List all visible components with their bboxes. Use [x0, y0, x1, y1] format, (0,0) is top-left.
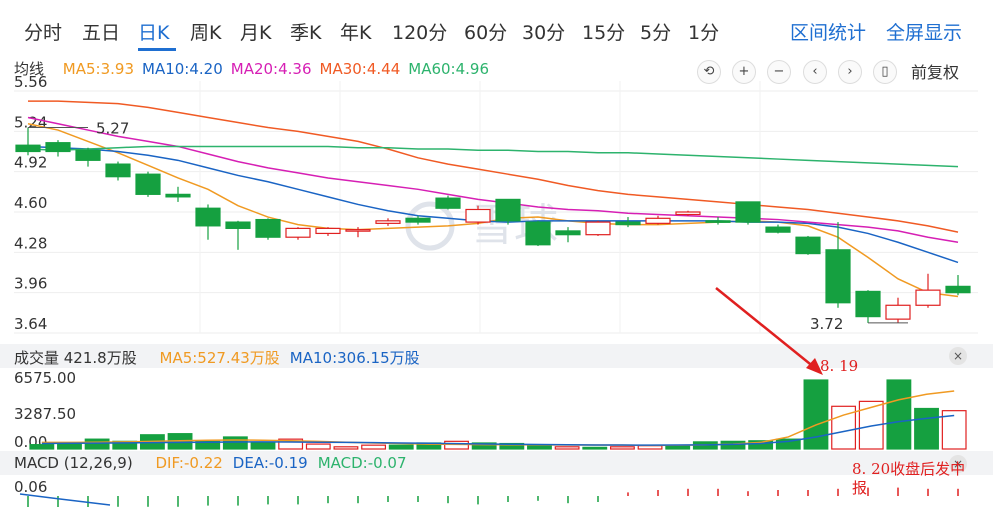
price-tick-label: 5.24 [14, 113, 47, 131]
kline-chart[interactable]: 5.565.244.924.604.283.963.64雪球5.273.7265… [0, 0, 993, 507]
candle-body [405, 217, 431, 223]
volume-bar [250, 441, 276, 450]
volume-bar [527, 444, 552, 450]
candle-body [165, 193, 191, 198]
volume-bar [582, 446, 608, 450]
annotation-note-line2: 报 [852, 479, 867, 497]
volume-bar [222, 436, 248, 450]
price-tick-label: 3.64 [14, 315, 47, 333]
volume-bar [361, 444, 387, 450]
candle-body [105, 163, 131, 178]
annotation-note-line1: 8. 20收盘后发中 [852, 460, 965, 478]
volume-bar [333, 446, 359, 450]
candle-body [495, 198, 521, 222]
high-annotation-label: 5.27 [96, 120, 129, 138]
candle-body [645, 217, 671, 224]
candle-body [705, 220, 731, 223]
volume-tick-label: 3287.50 [14, 405, 76, 423]
volume-bar [609, 446, 635, 450]
annotation-arrow-line [715, 287, 821, 373]
price-tick-label: 4.92 [14, 154, 47, 172]
candle-body [555, 230, 581, 236]
volume-bar [388, 444, 414, 450]
candle-body [825, 249, 851, 304]
candle-body [285, 227, 311, 238]
candle-body [255, 218, 281, 238]
candle-body [615, 221, 641, 226]
dea-line [19, 493, 111, 506]
candle-body [795, 236, 821, 255]
candle-body [465, 208, 491, 223]
ma-line-MA60 [27, 145, 959, 168]
candle-body [15, 144, 41, 153]
candle-body [525, 221, 551, 246]
volume-bar [29, 444, 55, 450]
annotation-marker: 8. 19 [820, 357, 858, 375]
candle-body [345, 229, 371, 232]
candle-body [855, 290, 881, 318]
price-tick-label: 3.96 [14, 275, 47, 293]
volume-bar [637, 445, 663, 450]
candle-body [765, 226, 791, 233]
volume-bar [57, 442, 82, 450]
volume-tick-label: 6575.00 [14, 369, 76, 387]
volume-bar [886, 379, 912, 450]
candle-body [225, 221, 251, 229]
volume-bar [84, 438, 110, 450]
candle-body [945, 285, 971, 294]
candle-body [735, 201, 761, 223]
candle-body [75, 149, 101, 161]
candle-body [585, 221, 611, 236]
candle-body [45, 142, 71, 153]
macd-tick-label: 0.06 [14, 478, 47, 496]
low-annotation-label: 3.72 [810, 315, 843, 333]
price-tick-label: 4.60 [14, 194, 47, 212]
volume-bar [914, 407, 939, 450]
candle-body [375, 220, 401, 224]
volume-bar [305, 443, 331, 450]
price-tick-label: 4.28 [14, 234, 47, 252]
candle-body [135, 173, 161, 195]
candle-body [435, 197, 461, 209]
candle-body [885, 304, 911, 320]
candle-body [195, 207, 221, 227]
candle-body [675, 211, 701, 216]
candle-body [915, 289, 941, 306]
candle-body [315, 227, 341, 235]
price-tick-label: 5.56 [14, 73, 47, 91]
volume-bar [554, 446, 580, 450]
